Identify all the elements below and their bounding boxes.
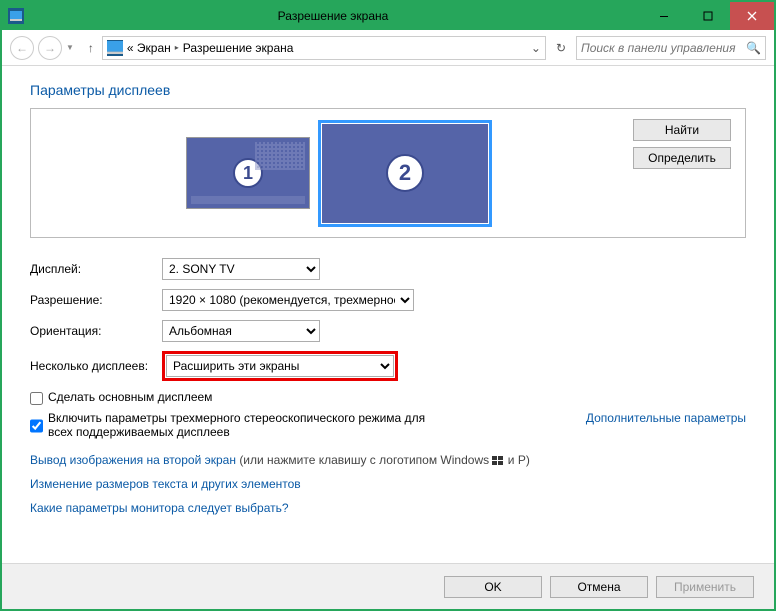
app-icon	[8, 8, 24, 24]
page-title: Параметры дисплеев	[30, 82, 746, 98]
close-button[interactable]	[730, 2, 774, 30]
resolution-label: Разрешение:	[30, 293, 162, 307]
search-box[interactable]: 🔍	[576, 36, 766, 60]
multiple-displays-label: Несколько дисплеев:	[30, 359, 162, 373]
stereo-3d-label: Включить параметры трехмерного стереоско…	[48, 411, 450, 439]
detect-button[interactable]: Определить	[633, 147, 731, 169]
window-controls	[642, 2, 774, 30]
content-area: Параметры дисплеев 1 2 Найти Определить …	[2, 66, 774, 563]
addr-dropdown-icon[interactable]: ⌄	[531, 41, 541, 55]
display-label: Дисплей:	[30, 262, 162, 276]
display-preview-box: 1 2 Найти Определить	[30, 108, 746, 238]
multiple-displays-row: Несколько дисплеев: Расширить эти экраны	[30, 351, 746, 381]
window-title: Разрешение экрана	[24, 9, 642, 23]
output-tail-text: и P)	[508, 453, 530, 467]
display-row: Дисплей: 2. SONY TV	[30, 258, 746, 280]
orientation-select[interactable]: Альбомная	[162, 320, 320, 342]
nav-up-button[interactable]: ↑	[84, 41, 98, 55]
which-params-link[interactable]: Какие параметры монитора следует выбрать…	[30, 501, 746, 515]
find-button[interactable]: Найти	[633, 119, 731, 141]
apply-button[interactable]: Применить	[656, 576, 754, 598]
search-input[interactable]	[581, 41, 746, 55]
make-primary-label: Сделать основным дисплеем	[48, 390, 746, 404]
display-select[interactable]: 2. SONY TV	[162, 258, 320, 280]
orientation-row: Ориентация: Альбомная	[30, 320, 746, 342]
address-bar[interactable]: « Экран ▸ Разрешение экрана ⌄	[102, 36, 546, 60]
monitor-2-badge: 2	[386, 154, 424, 192]
links-block: Изменение размеров текста и других элеме…	[30, 477, 746, 515]
stereo-3d-checkbox[interactable]	[30, 413, 43, 439]
breadcrumb-root[interactable]: « Экран	[127, 41, 171, 55]
monitor-2[interactable]: 2	[318, 120, 492, 227]
orientation-label: Ориентация:	[30, 324, 162, 338]
resolution-select[interactable]: 1920 × 1080 (рекомендуется, трехмерное)	[162, 289, 414, 311]
refresh-button[interactable]: ↻	[550, 41, 572, 55]
chevron-right-icon: ▸	[175, 43, 179, 52]
search-icon[interactable]: 🔍	[746, 41, 761, 55]
maximize-button[interactable]	[686, 2, 730, 30]
output-to-second-screen-row: Вывод изображения на второй экран (или н…	[30, 453, 746, 467]
output-second-screen-link[interactable]: Вывод изображения на второй экран	[30, 453, 236, 467]
breadcrumb-leaf[interactable]: Разрешение экрана	[183, 41, 294, 55]
monitor-arrangement[interactable]: 1 2	[45, 119, 633, 227]
resize-text-link[interactable]: Изменение размеров текста и других элеме…	[30, 477, 746, 491]
window-root: Разрешение экрана ← → ▼ ↑ « Экран ▸ Разр…	[0, 0, 776, 611]
windows-logo-icon	[492, 456, 504, 466]
titlebar[interactable]: Разрешение экрана	[2, 2, 774, 30]
nav-forward-button[interactable]: →	[38, 36, 62, 60]
output-suffix-text: (или нажмите клавишу с логотипом Windows	[239, 453, 492, 467]
make-primary-checkbox[interactable]	[30, 392, 43, 405]
make-primary-row: Сделать основным дисплеем	[30, 390, 746, 405]
nav-history-dropdown[interactable]: ▼	[66, 43, 74, 52]
multiple-displays-select[interactable]: Расширить эти экраны	[166, 355, 394, 377]
monitor-1[interactable]: 1	[186, 137, 310, 209]
advanced-params-link[interactable]: Дополнительные параметры	[586, 411, 746, 425]
cancel-button[interactable]: Отмена	[550, 576, 648, 598]
ok-button[interactable]: OK	[444, 576, 542, 598]
stereo-3d-row: Включить параметры трехмерного стереоско…	[30, 411, 746, 439]
display-icon	[107, 40, 123, 56]
resolution-row: Разрешение: 1920 × 1080 (рекомендуется, …	[30, 289, 746, 311]
minimize-button[interactable]	[642, 2, 686, 30]
footer-bar: OK Отмена Применить	[2, 563, 774, 609]
nav-back-button[interactable]: ←	[10, 36, 34, 60]
highlight-box: Расширить эти экраны	[162, 351, 398, 381]
nav-bar: ← → ▼ ↑ « Экран ▸ Разрешение экрана ⌄ ↻ …	[2, 30, 774, 66]
preview-side-buttons: Найти Определить	[633, 119, 731, 227]
